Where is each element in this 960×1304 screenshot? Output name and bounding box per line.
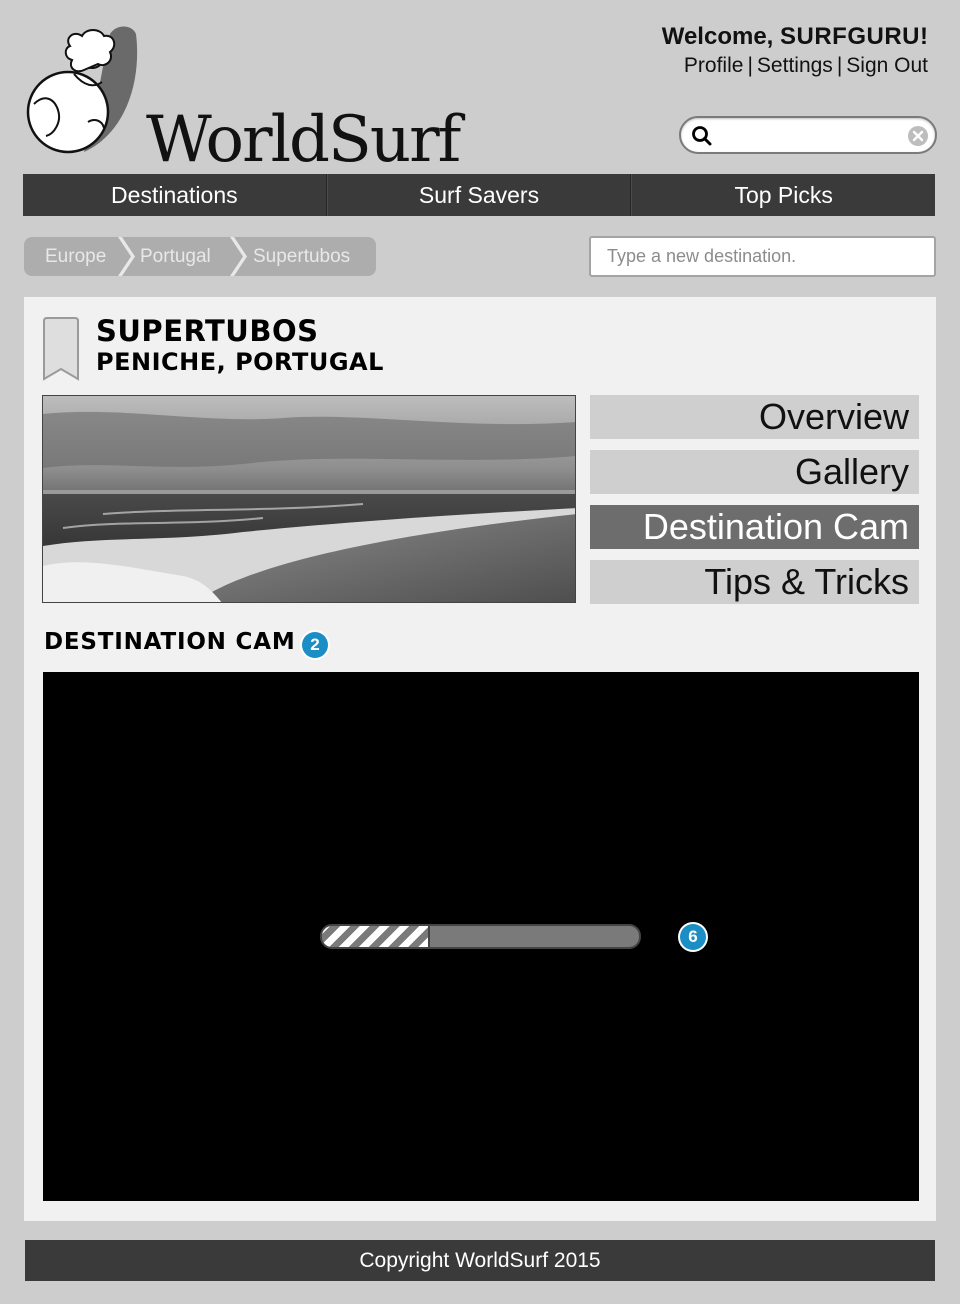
breadcrumb-label: Europe	[45, 245, 107, 267]
sign-out-link[interactable]: Sign Out	[846, 54, 928, 77]
settings-link[interactable]: Settings	[757, 54, 833, 77]
nav-destinations[interactable]: Destinations	[23, 174, 327, 216]
tab-tips-and-tricks[interactable]: Tips & Tricks	[590, 560, 919, 604]
search-icon[interactable]	[691, 125, 713, 147]
breadcrumb-label: Supertubos	[253, 245, 351, 267]
progress-fill	[322, 926, 430, 947]
annotation-badge: 2	[302, 632, 328, 658]
copyright-text: Copyright WorldSurf 2015	[359, 1248, 601, 1272]
breadcrumb: Europe Portugal Supertubos	[24, 237, 376, 276]
account-links: Profile | Settings | Sign Out	[662, 52, 928, 80]
link-separator: |	[836, 54, 843, 77]
breadcrumb-portugal[interactable]: Portugal	[132, 237, 247, 276]
destination-photo	[42, 395, 576, 603]
welcome-message: Welcome, SURFGURU!	[662, 22, 928, 52]
tab-gallery[interactable]: Gallery	[590, 450, 919, 494]
main-nav: Destinations Surf Savers Top Picks	[23, 174, 935, 216]
welcome-suffix: !	[920, 23, 928, 50]
destination-tabs: Overview Gallery Destination Cam Tips & …	[590, 395, 919, 615]
page-title: SUPERTUBOS	[96, 314, 319, 348]
breadcrumb-supertubos[interactable]: Supertubos	[244, 237, 376, 276]
tab-destination-cam[interactable]: Destination Cam	[590, 505, 919, 549]
page-subtitle: PENICHE, PORTUGAL	[96, 348, 384, 376]
search-input[interactable]	[719, 122, 899, 148]
bookmark-icon[interactable]	[42, 317, 80, 381]
destination-field[interactable]	[589, 236, 936, 277]
section-title: DESTINATION CAM	[44, 629, 296, 655]
breadcrumb-label: Portugal	[140, 245, 211, 267]
breadcrumb-europe[interactable]: Europe	[24, 237, 135, 276]
destination-cam-video[interactable]: 6	[43, 672, 919, 1201]
clear-search-icon[interactable]	[907, 125, 929, 147]
annotation-badge: 6	[680, 924, 706, 950]
worldsurf-logo[interactable]: WorldSurf	[24, 24, 464, 172]
main-panel: SUPERTUBOS PENICHE, PORTUGAL Overview Ga…	[24, 297, 936, 1221]
beach-photo-image	[43, 396, 575, 602]
account-area: Welcome, SURFGURU! Profile | Settings | Sign…	[662, 22, 928, 80]
username: SURFGURU	[780, 23, 920, 50]
search-box[interactable]	[679, 116, 937, 154]
link-separator: |	[747, 54, 753, 77]
footer: Copyright WorldSurf 2015	[25, 1240, 935, 1281]
destination-input[interactable]	[591, 238, 934, 275]
nav-top-picks[interactable]: Top Picks	[631, 174, 935, 216]
profile-link[interactable]: Profile	[684, 54, 744, 77]
brand-name: WorldSurf	[146, 103, 461, 177]
globe-surfer-logo-icon	[26, 26, 138, 154]
tab-overview[interactable]: Overview	[590, 395, 919, 439]
welcome-prefix: Welcome,	[661, 23, 780, 50]
nav-surf-savers[interactable]: Surf Savers	[326, 174, 632, 216]
loading-progress-bar	[320, 924, 641, 949]
